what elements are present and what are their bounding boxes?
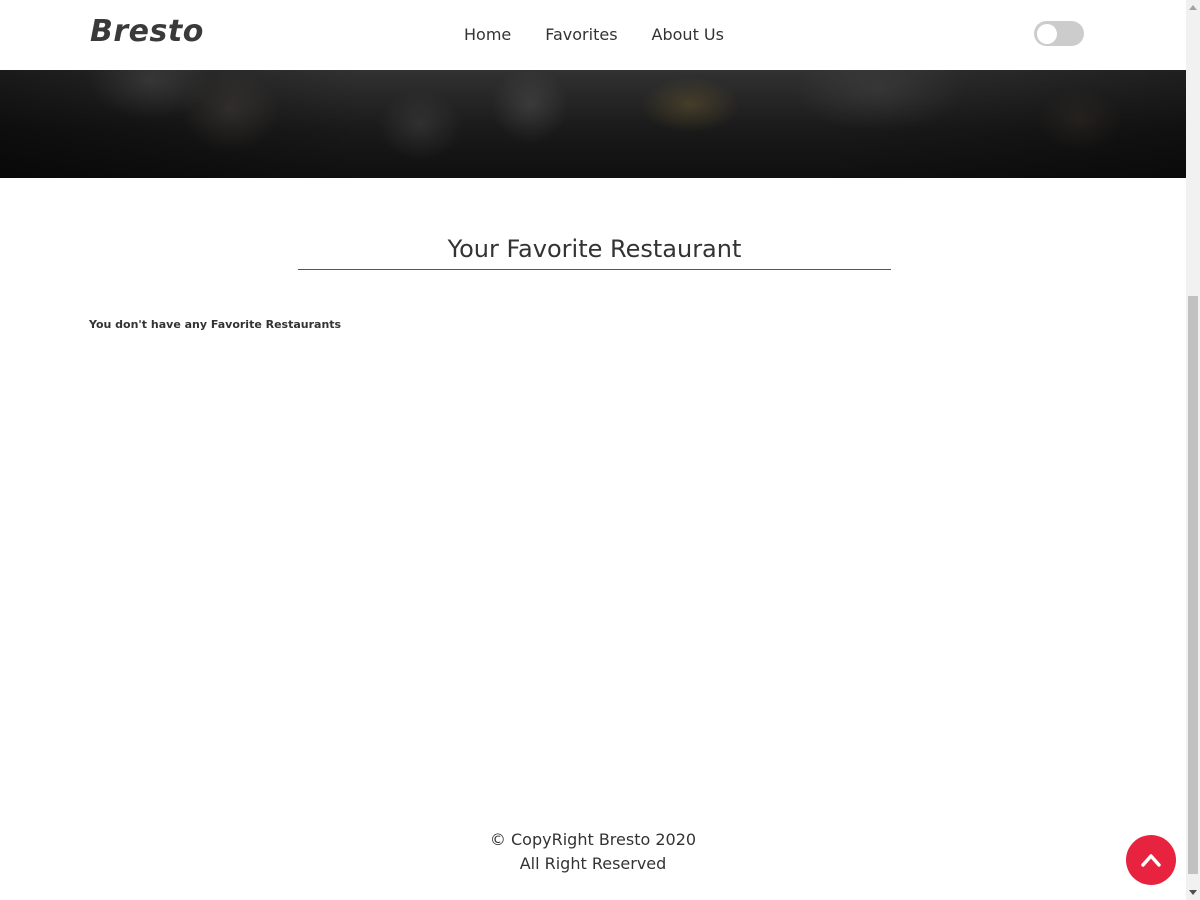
navbar: Bresto Home Favorites About Us: [0, 0, 1186, 70]
scroll-to-top-button[interactable]: [1126, 835, 1176, 885]
page-title: Your Favorite Restaurant: [298, 233, 891, 270]
nav-link-about-us[interactable]: About Us: [635, 24, 741, 46]
nav-menu: Home Favorites About Us: [447, 24, 741, 46]
scroll-up-arrow-icon[interactable]: [1186, 0, 1200, 16]
brand-logo[interactable]: Bresto: [90, 14, 204, 49]
theme-toggle[interactable]: [1034, 21, 1084, 46]
scrollbar-thumb[interactable]: [1188, 296, 1198, 874]
hero-banner: [0, 70, 1186, 178]
toggle-knob: [1037, 23, 1057, 44]
page: Bresto Home Favorites About Us Your Favo…: [0, 0, 1186, 900]
nav-link-home[interactable]: Home: [447, 24, 528, 46]
hero-overlay: [0, 70, 1186, 178]
vertical-scrollbar[interactable]: [1186, 0, 1200, 900]
nav-link-favorites[interactable]: Favorites: [528, 24, 634, 46]
footer: © CopyRight Bresto 2020 All Right Reserv…: [0, 828, 1186, 876]
footer-rights: All Right Reserved: [519, 854, 667, 873]
empty-favorites-message: You don't have any Favorite Restaurants: [89, 318, 342, 331]
footer-copyright: © CopyRight Bresto 2020: [489, 830, 697, 849]
chevron-up-icon: [1141, 854, 1161, 867]
scroll-down-arrow-icon[interactable]: [1186, 884, 1200, 900]
